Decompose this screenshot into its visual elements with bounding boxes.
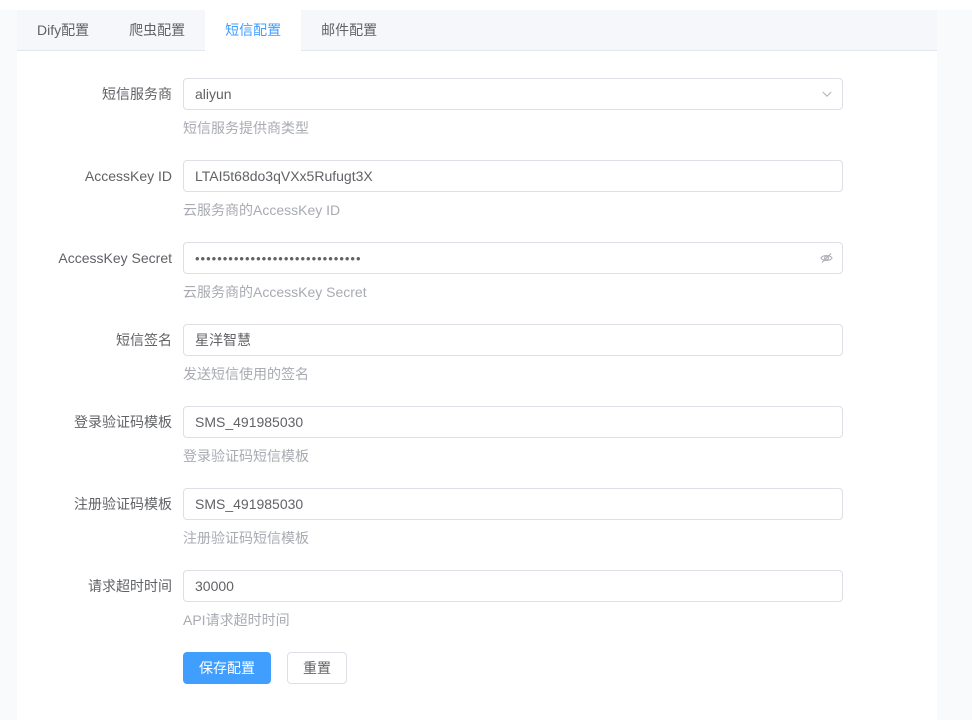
form-item-sms-provider: 短信服务商 短信服务提供商类型 [17, 78, 937, 138]
request-timeout-label: 请求超时时间 [17, 570, 183, 630]
config-card: Dify配置 爬虫配置 短信配置 邮件配置 短信服务商 短信服务提供商类型 [17, 10, 937, 684]
save-config-button[interactable]: 保存配置 [183, 652, 271, 684]
form-item-register-code-template: 注册验证码模板 注册验证码短信模板 [17, 488, 937, 548]
accesskey-id-input[interactable] [183, 160, 843, 192]
sms-provider-label: 短信服务商 [17, 78, 183, 138]
settings-page: Dify配置 爬虫配置 短信配置 邮件配置 短信服务商 短信服务提供商类型 [0, 0, 972, 720]
sms-config-form: 短信服务商 短信服务提供商类型 AccessKey ID [17, 51, 937, 684]
tab-email-config[interactable]: 邮件配置 [301, 10, 397, 50]
reset-button[interactable]: 重置 [287, 652, 347, 684]
login-code-template-label: 登录验证码模板 [17, 406, 183, 466]
page-gutter-right [937, 10, 972, 720]
tab-dify-config[interactable]: Dify配置 [17, 10, 109, 50]
config-tabs: Dify配置 爬虫配置 短信配置 邮件配置 [17, 10, 937, 51]
request-timeout-help: API请求超时时间 [183, 610, 843, 630]
form-item-accesskey-id: AccessKey ID 云服务商的AccessKey ID [17, 160, 937, 220]
sms-signature-input[interactable] [183, 324, 843, 356]
register-code-template-input[interactable] [183, 488, 843, 520]
sms-provider-help: 短信服务提供商类型 [183, 118, 843, 138]
accesskey-id-help: 云服务商的AccessKey ID [183, 200, 843, 220]
form-item-login-code-template: 登录验证码模板 登录验证码短信模板 [17, 406, 937, 466]
form-item-accesskey-secret: AccessKey Secret 云服务商的AccessKey Secret [17, 242, 937, 302]
request-timeout-input[interactable] [183, 570, 843, 602]
tab-sms-config[interactable]: 短信配置 [205, 10, 301, 51]
login-code-template-help: 登录验证码短信模板 [183, 446, 843, 466]
form-actions: 保存配置 重置 [183, 652, 937, 684]
register-code-template-help: 注册验证码短信模板 [183, 528, 843, 548]
login-code-template-input[interactable] [183, 406, 843, 438]
sms-signature-help: 发送短信使用的签名 [183, 364, 843, 384]
page-gutter-left [0, 10, 17, 720]
accesskey-id-label: AccessKey ID [17, 160, 183, 220]
form-item-request-timeout: 请求超时时间 API请求超时时间 [17, 570, 937, 630]
eye-hidden-icon[interactable] [819, 251, 834, 266]
tab-crawler-config[interactable]: 爬虫配置 [109, 10, 205, 50]
accesskey-secret-help: 云服务商的AccessKey Secret [183, 282, 843, 302]
form-item-sms-signature: 短信签名 发送短信使用的签名 [17, 324, 937, 384]
sms-provider-select[interactable] [183, 78, 843, 110]
register-code-template-label: 注册验证码模板 [17, 488, 183, 548]
accesskey-secret-input[interactable] [183, 242, 843, 274]
chevron-down-icon [820, 87, 834, 101]
accesskey-secret-label: AccessKey Secret [17, 242, 183, 302]
sms-provider-value[interactable] [183, 78, 843, 110]
sms-signature-label: 短信签名 [17, 324, 183, 384]
